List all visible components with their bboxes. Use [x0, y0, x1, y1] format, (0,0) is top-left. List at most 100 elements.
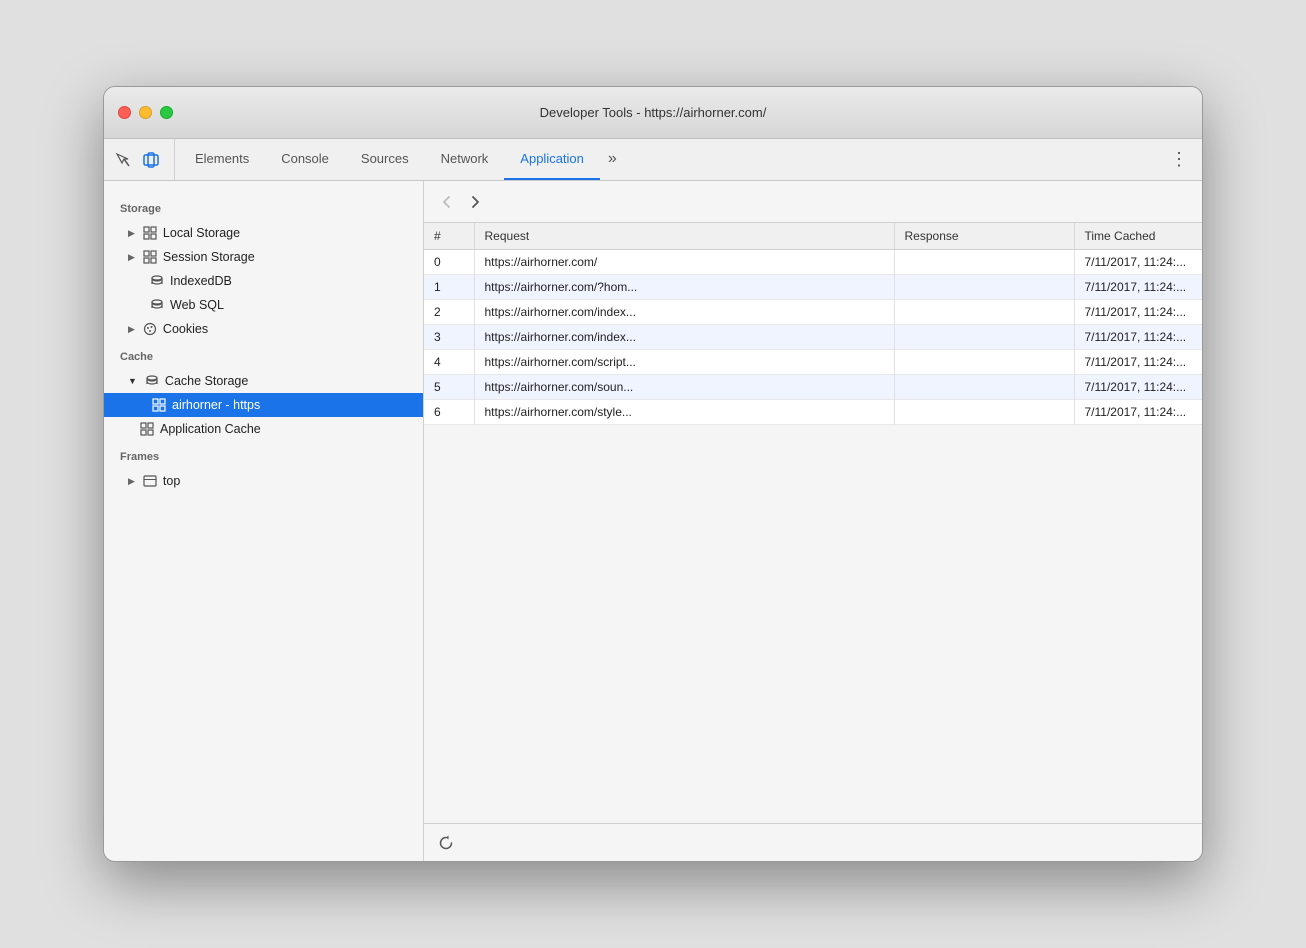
- db-icon: [150, 274, 164, 288]
- cache-section-label: Cache: [104, 341, 423, 369]
- traffic-lights: [118, 106, 173, 119]
- session-storage-label: Session Storage: [163, 250, 255, 264]
- inspect-icon[interactable]: [112, 149, 134, 171]
- expand-arrow-icon: ▶: [128, 228, 135, 239]
- cell-request: https://airhorner.com/script...: [474, 350, 894, 375]
- tab-sources[interactable]: Sources: [345, 139, 425, 180]
- device-icon[interactable]: [140, 149, 162, 171]
- table-row[interactable]: 1 https://airhorner.com/?hom... 7/11/201…: [424, 275, 1202, 300]
- table-row[interactable]: 3 https://airhorner.com/index... 7/11/20…: [424, 325, 1202, 350]
- cell-response: [894, 350, 1074, 375]
- forward-button[interactable]: [464, 191, 486, 213]
- cell-response: [894, 400, 1074, 425]
- db-icon: [145, 374, 159, 388]
- bottom-bar: [424, 823, 1202, 861]
- cell-response: [894, 325, 1074, 350]
- grid-icon: [152, 398, 166, 412]
- close-button[interactable]: [118, 106, 131, 119]
- sidebar-item-local-storage[interactable]: ▶ Local Storage: [104, 221, 423, 245]
- expand-arrow-icon: ▼: [128, 376, 137, 386]
- sidebar-item-cache-storage[interactable]: ▼ Cache Storage: [104, 369, 423, 393]
- cookies-label: Cookies: [163, 322, 208, 336]
- devtools-window: Developer Tools - https://airhorner.com/…: [103, 86, 1203, 862]
- cell-response: [894, 300, 1074, 325]
- frames-section-label: Frames: [104, 441, 423, 469]
- window-title: Developer Tools - https://airhorner.com/: [540, 105, 767, 120]
- cell-time: 7/11/2017, 11:24:...: [1074, 325, 1202, 350]
- grid-icon: [143, 226, 157, 240]
- table-row[interactable]: 5 https://airhorner.com/soun... 7/11/201…: [424, 375, 1202, 400]
- cookie-icon: [143, 322, 157, 336]
- sidebar-item-indexeddb[interactable]: IndexedDB: [104, 269, 423, 293]
- back-button[interactable]: [436, 191, 458, 213]
- frame-icon: [143, 474, 157, 488]
- sidebar-item-cookies[interactable]: ▶ Cookies: [104, 317, 423, 341]
- tab-application[interactable]: Application: [504, 139, 600, 180]
- tab-more[interactable]: »: [600, 139, 625, 180]
- cell-time: 7/11/2017, 11:24:...: [1074, 400, 1202, 425]
- sidebar-item-airhorner[interactable]: airhorner - https: [104, 393, 423, 417]
- cell-num: 3: [424, 325, 474, 350]
- cell-request: https://airhorner.com/: [474, 250, 894, 275]
- col-header-response: Response: [894, 223, 1074, 250]
- expand-arrow-icon: ▶: [128, 476, 135, 487]
- cell-request: https://airhorner.com/index...: [474, 325, 894, 350]
- sidebar-item-app-cache[interactable]: Application Cache: [104, 417, 423, 441]
- requests-table: # Request Response Time Cached 0 https:/…: [424, 223, 1202, 425]
- local-storage-label: Local Storage: [163, 226, 240, 240]
- expand-arrow-icon: ▶: [128, 324, 135, 335]
- tab-elements[interactable]: Elements: [179, 139, 265, 180]
- cell-num: 4: [424, 350, 474, 375]
- more-options-icon[interactable]: ⋮: [1166, 145, 1192, 174]
- cell-num: 6: [424, 400, 474, 425]
- tab-console[interactable]: Console: [265, 139, 345, 180]
- sidebar: Storage ▶ Local Storage ▶: [104, 181, 424, 861]
- sidebar-item-websql[interactable]: Web SQL: [104, 293, 423, 317]
- cell-time: 7/11/2017, 11:24:...: [1074, 300, 1202, 325]
- cell-time: 7/11/2017, 11:24:...: [1074, 350, 1202, 375]
- minimize-button[interactable]: [139, 106, 152, 119]
- panel: # Request Response Time Cached 0 https:/…: [424, 181, 1202, 861]
- tabbar: Elements Console Sources Network Applica…: [104, 139, 1202, 181]
- refresh-button[interactable]: [434, 831, 458, 855]
- cache-storage-label: Cache Storage: [165, 374, 248, 388]
- table-body: 0 https://airhorner.com/ 7/11/2017, 11:2…: [424, 250, 1202, 425]
- grid-icon: [143, 250, 157, 264]
- tabbar-end: ⋮: [1166, 139, 1202, 180]
- titlebar: Developer Tools - https://airhorner.com/: [104, 87, 1202, 139]
- table-row[interactable]: 6 https://airhorner.com/style... 7/11/20…: [424, 400, 1202, 425]
- col-header-time: Time Cached: [1074, 223, 1202, 250]
- table-row[interactable]: 2 https://airhorner.com/index... 7/11/20…: [424, 300, 1202, 325]
- sidebar-item-top[interactable]: ▶ top: [104, 469, 423, 493]
- cell-num: 1: [424, 275, 474, 300]
- cell-time: 7/11/2017, 11:24:...: [1074, 250, 1202, 275]
- panel-toolbar: [424, 181, 1202, 223]
- storage-section-label: Storage: [104, 193, 423, 221]
- tabbar-icons: [112, 139, 175, 180]
- table-row[interactable]: 4 https://airhorner.com/script... 7/11/2…: [424, 350, 1202, 375]
- cell-request: https://airhorner.com/index...: [474, 300, 894, 325]
- app-cache-label: Application Cache: [160, 422, 261, 436]
- cache-table: # Request Response Time Cached 0 https:/…: [424, 223, 1202, 823]
- tab-network[interactable]: Network: [425, 139, 505, 180]
- cell-request: https://airhorner.com/style...: [474, 400, 894, 425]
- db-icon: [150, 298, 164, 312]
- airhorner-label: airhorner - https: [172, 398, 260, 412]
- cell-response: [894, 250, 1074, 275]
- main-content: Storage ▶ Local Storage ▶: [104, 181, 1202, 861]
- expand-arrow-icon: ▶: [128, 252, 135, 263]
- websql-label: Web SQL: [170, 298, 224, 312]
- table-row[interactable]: 0 https://airhorner.com/ 7/11/2017, 11:2…: [424, 250, 1202, 275]
- grid-icon: [140, 422, 154, 436]
- top-label: top: [163, 474, 180, 488]
- sidebar-item-session-storage[interactable]: ▶ Session Storage: [104, 245, 423, 269]
- cell-num: 5: [424, 375, 474, 400]
- maximize-button[interactable]: [160, 106, 173, 119]
- cell-response: [894, 275, 1074, 300]
- cell-time: 7/11/2017, 11:24:...: [1074, 275, 1202, 300]
- cell-num: 2: [424, 300, 474, 325]
- col-header-request: Request: [474, 223, 894, 250]
- cell-request: https://airhorner.com/soun...: [474, 375, 894, 400]
- cell-num: 0: [424, 250, 474, 275]
- indexeddb-label: IndexedDB: [170, 274, 232, 288]
